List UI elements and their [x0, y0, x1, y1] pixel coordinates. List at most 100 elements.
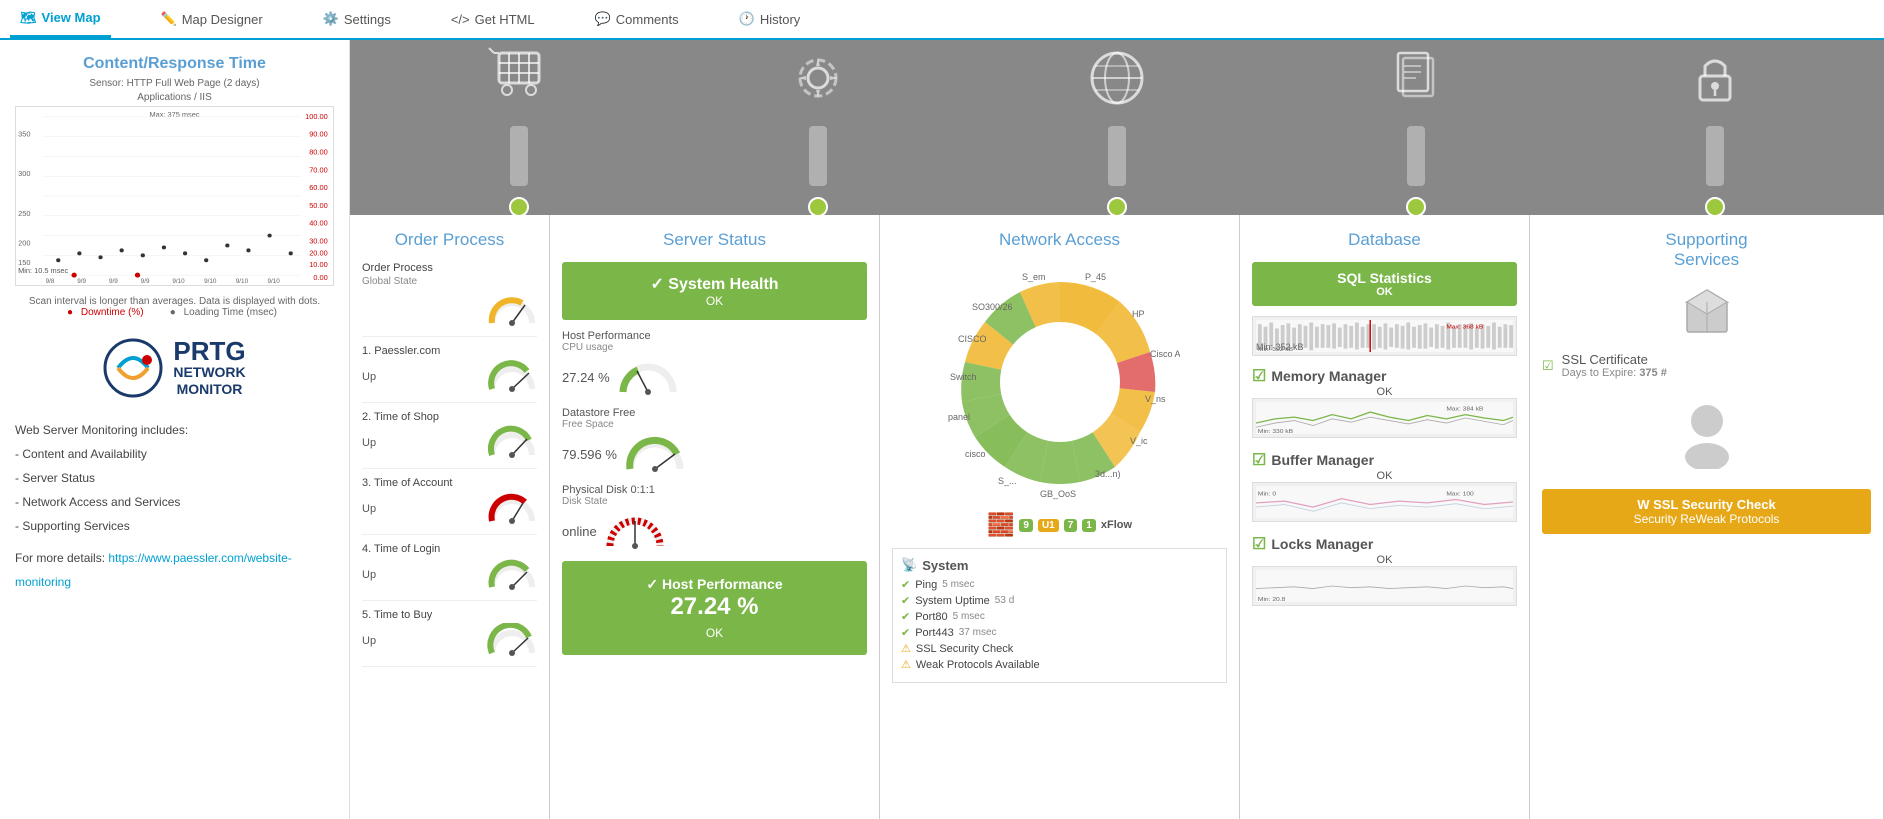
system-health-box: ✓ System Health OK	[562, 262, 867, 320]
wifi-icon: 📡	[901, 557, 917, 573]
nav-settings[interactable]: ⚙️ Settings	[313, 0, 401, 38]
svg-text:Min: 10.5 msec: Min: 10.5 msec	[18, 267, 69, 275]
memory-label: Memory Manager	[1271, 368, 1386, 384]
svg-text:9/10: 9/10	[204, 278, 217, 285]
database-title: Database	[1252, 230, 1517, 250]
gauge-4	[487, 557, 537, 592]
map-icon: 🗺	[20, 10, 37, 26]
info-item-3: - Network Access and Services	[15, 490, 334, 514]
security-warn-sub: Security ReWeak Protocols	[1550, 512, 1863, 526]
nav-history[interactable]: 🕐 History	[729, 0, 811, 38]
svg-text:250: 250	[18, 210, 30, 218]
order-item-4-status: Up	[362, 569, 376, 581]
designer-icon: ✏️	[161, 11, 177, 27]
order-item-5-row: Up	[362, 623, 537, 667]
svg-text:20.00: 20.00	[309, 250, 328, 258]
chart-title: Content/Response Time	[15, 55, 334, 73]
order-process-title: Order Process	[362, 230, 537, 250]
svg-text:90.00: 90.00	[309, 131, 328, 139]
top-navigation: 🗺 View Map ✏️ Map Designer ⚙️ Settings <…	[0, 0, 1884, 40]
comments-icon: 💬	[595, 11, 611, 27]
host-box-status: OK	[577, 626, 852, 640]
history-icon: 🕐	[739, 11, 755, 27]
order-item-2-name: 2. Time of Shop	[362, 411, 537, 423]
pages-tube	[1407, 126, 1425, 186]
chart-legend: Scan interval is longer than averages. D…	[15, 296, 334, 318]
sql-stats-box: SQL Statistics OK	[1252, 262, 1517, 306]
chart-subtitle: Sensor: HTTP Full Web Page (2 days)	[15, 78, 334, 89]
right-content: Order Process Order Process Global State…	[350, 40, 1884, 819]
ssl-cert-info: SSL Certificate Days to Expire: 375 #	[1562, 352, 1667, 379]
gauge-1	[487, 359, 537, 394]
system-uptime: ✔ System Uptime 53 d	[901, 594, 1218, 607]
svg-text:9/8: 9/8	[46, 278, 55, 285]
locks-chart: Min: 20.8	[1252, 566, 1517, 606]
datastore-label: Datastore Free	[562, 407, 867, 419]
nav-comments[interactable]: 💬 Comments	[585, 0, 689, 38]
xflow-badge-1: 1	[1082, 519, 1096, 532]
locks-check-icon: ☑	[1252, 534, 1266, 554]
lock-icon-item	[1675, 40, 1755, 217]
donut-svg: P_45 HP Cisco ASA V_ns V_ic 3d...n) GB_O…	[940, 262, 1180, 502]
system-health-label: ✓ System Health	[574, 274, 855, 294]
svg-text:9/10: 9/10	[267, 278, 280, 285]
datastore-gauge-row: 79.596 %	[562, 434, 867, 474]
system-panel-title: 📡 System	[901, 557, 1218, 573]
security-warning-box: W SSL Security Check Security ReWeak Pro…	[1542, 489, 1871, 534]
sql-stats-label: SQL Statistics	[1260, 270, 1509, 286]
datastore-sub: Free Space	[562, 419, 867, 430]
nav-view-map-label: View Map	[42, 10, 101, 25]
svg-text:Min: 0: Min: 0	[1258, 491, 1277, 498]
svg-text:CISCO: CISCO	[958, 334, 987, 344]
supporting-services-column: SupportingServices ☑ SSL Certificate	[1530, 215, 1884, 819]
ssl-cert-check-icon: ☑	[1542, 358, 1554, 374]
ssl-cert-label: SSL Certificate	[1562, 352, 1667, 367]
ssl-check-warn-icon: ⚠	[901, 642, 911, 655]
svg-text:P_45: P_45	[1085, 272, 1106, 282]
svg-text:0.00: 0.00	[313, 274, 327, 282]
ssl-days-value: 375 #	[1639, 367, 1667, 379]
network-donut-chart: P_45 HP Cisco ASA V_ns V_ic 3d...n) GB_O…	[892, 262, 1227, 502]
host-perf-value: 27.24 %	[562, 370, 610, 385]
order-item-4-name: 4. Time of Login	[362, 543, 537, 555]
order-item-4-row: Up	[362, 557, 537, 601]
nav-view-map[interactable]: 🗺 View Map	[10, 0, 111, 38]
order-item-1-row: Up	[362, 359, 537, 403]
host-perf-gauge	[618, 357, 678, 397]
buffer-label: Buffer Manager	[1271, 452, 1374, 468]
nav-map-designer[interactable]: ✏️ Map Designer	[151, 0, 273, 38]
globe-icon-item	[1077, 40, 1157, 217]
svg-text:150: 150	[18, 259, 30, 267]
svg-text:GB_OoS: GB_OoS	[1040, 489, 1076, 499]
nav-get-html[interactable]: </> Get HTML	[441, 0, 545, 38]
svg-text:70.00: 70.00	[309, 166, 328, 174]
lock-icon-svg	[1675, 40, 1755, 118]
system-ping: ✔ Ping 5 msec	[901, 578, 1218, 591]
sql-chart: Min: 352 kB	[1252, 316, 1517, 356]
system-ssl-check: ⚠ SSL Security Check	[901, 642, 1218, 655]
code-icon: </>	[451, 12, 470, 27]
locks-manager-item: ☑ Locks Manager OK Min: 20.8	[1252, 534, 1517, 606]
svg-text:Max: 368 kB: Max: 368 kB	[1446, 324, 1483, 331]
xflow-section: 🧱 9 U1 7 1 xFlow	[892, 512, 1227, 538]
network-access-column: Network Access	[880, 215, 1240, 819]
svg-text:60.00: 60.00	[309, 184, 328, 192]
buffer-chart: Min: 0 Max: 100	[1252, 482, 1517, 522]
system-weak-proto: ⚠ Weak Protocols Available	[901, 658, 1218, 671]
cart-icon	[479, 40, 559, 118]
svg-text:50.00: 50.00	[309, 202, 328, 210]
info-section: Web Server Monitoring includes: - Conten…	[15, 418, 334, 594]
svg-text:Switch: Switch	[950, 372, 977, 382]
disk-label: Physical Disk 0:1:1	[562, 484, 867, 496]
lock-indicator	[1705, 197, 1725, 217]
left-panel: Content/Response Time Sensor: HTTP Full …	[0, 40, 350, 819]
sql-stats-status: OK	[1260, 286, 1509, 298]
nav-get-html-label: Get HTML	[475, 12, 535, 27]
svg-text:Min: 20.8: Min: 20.8	[1258, 596, 1286, 602]
order-item-3-name: 3. Time of Account	[362, 477, 537, 489]
memory-chart: Min: 330 kB Max: 384 kB	[1252, 398, 1517, 438]
svg-text:Cisco ASA: Cisco ASA	[1150, 349, 1180, 359]
pages-icon-svg	[1376, 40, 1456, 118]
dashboard-columns: Order Process Order Process Global State…	[350, 215, 1884, 819]
host-perf-gauge-row: 27.24 %	[562, 357, 867, 397]
